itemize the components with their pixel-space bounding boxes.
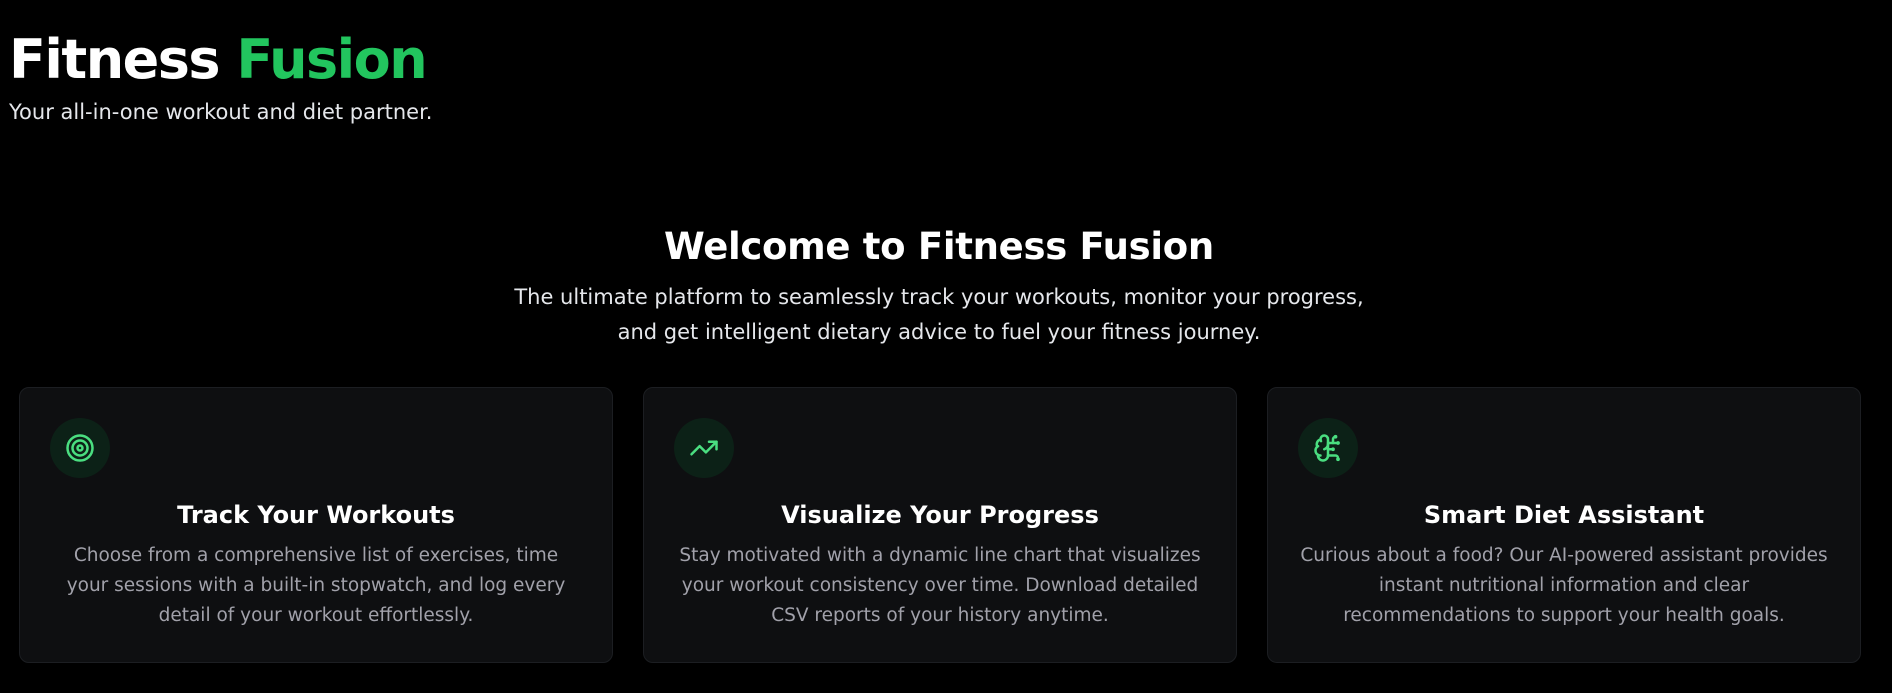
target-icon xyxy=(66,434,94,462)
feature-card-smart-diet: Smart Diet Assistant Curious about a foo… xyxy=(1267,387,1861,663)
features-grid: Track Your Workouts Choose from a compre… xyxy=(19,387,1861,663)
feature-icon-badge xyxy=(1298,418,1358,478)
brand-logo: Fitness Fusion xyxy=(9,24,432,96)
feature-description: Choose from a comprehensive list of exer… xyxy=(66,545,566,626)
feature-title: Smart Diet Assistant xyxy=(1423,501,1705,529)
hero-section: Welcome to Fitness Fusion The ultimate p… xyxy=(0,218,1878,350)
feature-title: Visualize Your Progress xyxy=(781,501,1099,529)
feature-description: Stay motivated with a dynamic line chart… xyxy=(679,545,1201,626)
trending-up-icon xyxy=(690,440,718,456)
feature-card-visualize-progress: Visualize Your Progress Stay motivated w… xyxy=(643,387,1237,663)
brand-name-second: Fusion xyxy=(236,28,427,91)
feature-title: Track Your Workouts xyxy=(177,501,455,529)
feature-icon-badge xyxy=(50,418,110,478)
feature-description: Curious about a food? Our AI-powered ass… xyxy=(1300,545,1828,626)
site-header: Fitness Fusion Your all-in-one workout a… xyxy=(9,24,432,126)
feature-icon-badge xyxy=(674,418,734,478)
hero-description: The ultimate platform to seamlessly trac… xyxy=(514,285,1364,344)
brand-tagline: Your all-in-one workout and diet partner… xyxy=(9,100,433,124)
hero-title: Welcome to Fitness Fusion xyxy=(664,225,1214,268)
brand-name-first: Fitness xyxy=(9,28,221,91)
brain-icon xyxy=(1314,434,1340,462)
feature-card-track-workouts: Track Your Workouts Choose from a compre… xyxy=(19,387,613,663)
